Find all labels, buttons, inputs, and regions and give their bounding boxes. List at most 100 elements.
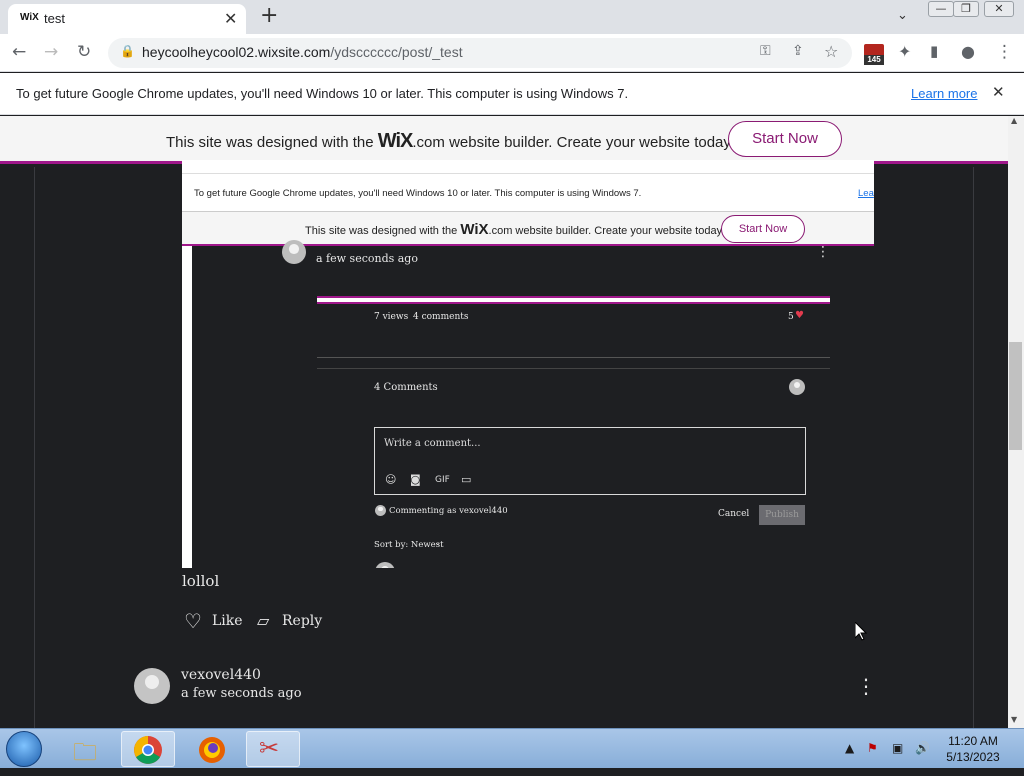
tab-title: test	[44, 11, 65, 26]
forward-icon[interactable]: →	[44, 42, 58, 62]
embedded-chevron-down-icon: ⌄	[434, 538, 442, 548]
page-border-left	[34, 167, 35, 728]
embedded-publish: Publish	[759, 505, 805, 525]
windows-taskbar: 🗀 ✂ ▲ ⚑ ▣ 🔊 11:20 AM 5/13/2023	[0, 728, 1024, 768]
extension-badge-icon[interactable]: 145	[864, 44, 884, 65]
back-icon[interactable]: ←	[12, 42, 26, 62]
mouse-cursor-icon	[855, 622, 867, 641]
embedded-cancel: Cancel	[718, 509, 750, 519]
tab-search-icon[interactable]: ⌄	[897, 8, 908, 23]
embedded-more-icon: ⋮	[816, 244, 830, 260]
embedded-divider-1	[317, 357, 830, 358]
embedded-likes: 5	[788, 312, 794, 322]
url-text: heycoolheycool02.wixsite.com/ydscccccc/p…	[142, 44, 463, 60]
minimize-button[interactable]: —	[928, 1, 954, 17]
embedded-avatar	[282, 240, 306, 264]
gif-icon: GIF	[435, 475, 450, 485]
like-button[interactable]: ♡ Like	[184, 609, 264, 633]
learn-more-link[interactable]: Learn more	[911, 86, 977, 101]
reply-icon: ▱	[257, 611, 270, 630]
address-bar[interactable]: 🔒 heycoolheycool02.wixsite.com/ydscccccc…	[108, 38, 852, 68]
embedded-toolbar	[182, 160, 874, 174]
taskbar-firefox[interactable]	[186, 731, 240, 767]
network-icon[interactable]: ▣	[892, 741, 903, 755]
wix-banner: This site was designed with the WiX.com …	[0, 116, 1008, 164]
infobar-message: To get future Google Chrome updates, you…	[16, 86, 629, 101]
taskbar-explorer[interactable]: 🗀	[62, 731, 116, 767]
video-icon: ▭	[461, 473, 472, 486]
page-border-right	[973, 167, 974, 728]
tray-expand-icon[interactable]: ▲	[845, 741, 854, 755]
tab-close-icon[interactable]: ✕	[224, 9, 237, 28]
reload-icon[interactable]: ↻	[77, 42, 91, 62]
extensions-icon[interactable]: ✦	[898, 42, 911, 61]
next-comment-time: a few seconds ago	[181, 686, 302, 701]
action-center-icon[interactable]: ⚑	[867, 741, 878, 755]
side-panel-icon[interactable]: ▮	[930, 42, 938, 60]
embedded-wix-text: This site was designed with the WiX.com …	[305, 221, 725, 238]
update-infobar: To get future Google Chrome updates, you…	[0, 73, 1024, 115]
bookmark-star-icon[interactable]: ☆	[824, 42, 838, 61]
embedded-comment-time: a few seconds ago	[316, 252, 418, 265]
start-now-button[interactable]: Start Now	[728, 121, 842, 157]
firefox-icon	[199, 737, 225, 763]
reply-label: Reply	[282, 613, 323, 629]
embedded-comments-heading: 4 Comments	[374, 382, 438, 393]
volume-icon[interactable]: 🔊	[915, 741, 930, 755]
infobar-close-icon[interactable]: ✕	[992, 83, 1005, 101]
wix-favicon-icon: WiX	[20, 12, 39, 23]
scroll-up-arrow-icon[interactable]: ▲	[1011, 116, 1017, 125]
taskbar-snipping-tool[interactable]: ✂	[246, 731, 300, 767]
reply-button[interactable]: ▱ Reply	[257, 611, 337, 633]
like-label: Like	[212, 613, 243, 629]
key-icon[interactable]: ⚿	[760, 43, 771, 59]
emoji-icon: ☺	[385, 473, 397, 486]
comment-text: lollol	[182, 572, 220, 590]
embedded-learn-more: Lea	[858, 188, 874, 199]
embedded-pink-bar	[317, 296, 830, 304]
embedded-heart-icon: ♥	[795, 310, 804, 321]
embedded-wix-banner: This site was designed with the WiX.com …	[182, 212, 874, 246]
lock-icon: 🔒	[120, 44, 135, 58]
profile-avatar-icon[interactable]: ●	[961, 42, 975, 61]
embedded-infobar: To get future Google Chrome updates, you…	[182, 174, 874, 212]
embedded-user-avatar	[789, 379, 805, 395]
wix-banner-text: This site was designed with the WiX.com …	[166, 130, 734, 152]
embedded-next-avatar	[375, 562, 395, 568]
camera-icon: ◙	[410, 473, 421, 486]
menu-kebab-icon[interactable]: ⋮	[996, 42, 1013, 62]
wix-logo: WiX	[377, 130, 414, 152]
clock-date: 5/13/2023	[946, 750, 1000, 764]
chrome-icon	[134, 736, 162, 764]
new-tab-button[interactable]: +	[260, 3, 278, 28]
extension-badge-count: 145	[864, 55, 884, 65]
embedded-comment-box: Write a comment... ☺ ◙ GIF ▭	[374, 427, 806, 495]
page-scrollbar[interactable]: ▲ ▼	[1008, 116, 1024, 728]
embedded-placeholder: Write a comment...	[384, 438, 481, 449]
scrollbar-thumb[interactable]	[1009, 342, 1022, 450]
heart-outline-icon: ♡	[184, 609, 202, 633]
embedded-views: 7 views	[374, 312, 409, 322]
folder-icon: 🗀	[73, 738, 97, 766]
close-window-button[interactable]: ✕	[984, 1, 1014, 17]
browser-tab[interactable]: WiX test ✕	[8, 4, 246, 34]
taskbar-clock[interactable]: 11:20 AM 5/13/2023	[938, 733, 1008, 765]
embedded-start-now: Start Now	[721, 215, 805, 243]
restore-button[interactable]: ❐	[953, 1, 979, 17]
embedded-comments-count: 4 comments	[413, 312, 469, 322]
embedded-infobar-message: To get future Google Chrome updates, you…	[194, 188, 642, 199]
comment-image[interactable]: To get future Google Chrome updates, you…	[182, 160, 874, 568]
more-options-icon[interactable]: ⋮	[856, 674, 876, 698]
embedded-small-avatar	[375, 505, 386, 516]
next-comment-avatar[interactable]	[134, 668, 170, 704]
embedded-divider-2	[317, 368, 830, 369]
start-button-icon[interactable]	[6, 731, 42, 767]
next-comment-author[interactable]: vexovel440	[181, 667, 261, 683]
embedded-white-strip	[182, 246, 192, 568]
embedded-commenting-as: Commenting as vexovel440	[389, 506, 508, 516]
clock-time: 11:20 AM	[948, 734, 998, 748]
tab-strip: WiX test ✕ + ⌄ — ❐ ✕	[0, 0, 1024, 34]
taskbar-chrome[interactable]	[121, 731, 175, 767]
share-icon[interactable]: ⇪	[792, 43, 804, 59]
scroll-down-arrow-icon[interactable]: ▼	[1011, 715, 1017, 724]
